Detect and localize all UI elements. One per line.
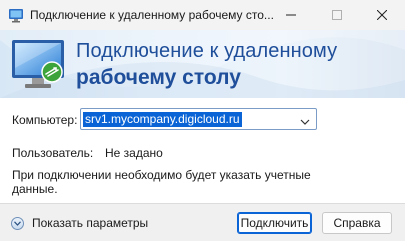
remote-desktop-app-icon [8, 7, 24, 23]
user-label: Пользователь: [12, 146, 94, 160]
title-bar: Подключение к удаленному рабочему сто... [0, 0, 405, 30]
close-button[interactable] [359, 0, 405, 30]
chevron-down-icon[interactable] [300, 115, 310, 129]
banner-title-line1: Подключение к удаленному [76, 40, 338, 62]
maximize-icon [332, 10, 342, 20]
show-options-toggle[interactable]: Показать параметры [11, 216, 148, 230]
minimize-button[interactable] [268, 0, 314, 30]
credentials-note: При подключении необходимо будет указать… [12, 168, 311, 196]
computer-combobox[interactable]: srv1.mycompany.digicloud.ru [80, 108, 317, 130]
banner-title-line2: рабочему столу [76, 66, 241, 89]
help-button[interactable]: Справка [322, 212, 392, 234]
minimize-icon [286, 14, 296, 16]
show-options-label[interactable]: Показать параметры [32, 216, 148, 230]
remote-desktop-monitor-icon [10, 38, 68, 95]
computer-input-value[interactable]: srv1.mycompany.digicloud.ru [83, 112, 242, 127]
computer-label: Компьютер: [12, 113, 78, 127]
expand-chevron-icon[interactable] [11, 216, 24, 230]
window-title: Подключение к удаленному рабочему сто... [30, 8, 274, 22]
maximize-button [314, 0, 360, 30]
dialog-footer: Показать параметры Подключить Справка [0, 203, 405, 241]
connect-button[interactable]: Подключить [237, 212, 312, 234]
header-banner: Подключение к удаленному рабочему столу [0, 30, 405, 98]
close-icon [377, 10, 387, 20]
user-value: Не задано [105, 146, 163, 160]
